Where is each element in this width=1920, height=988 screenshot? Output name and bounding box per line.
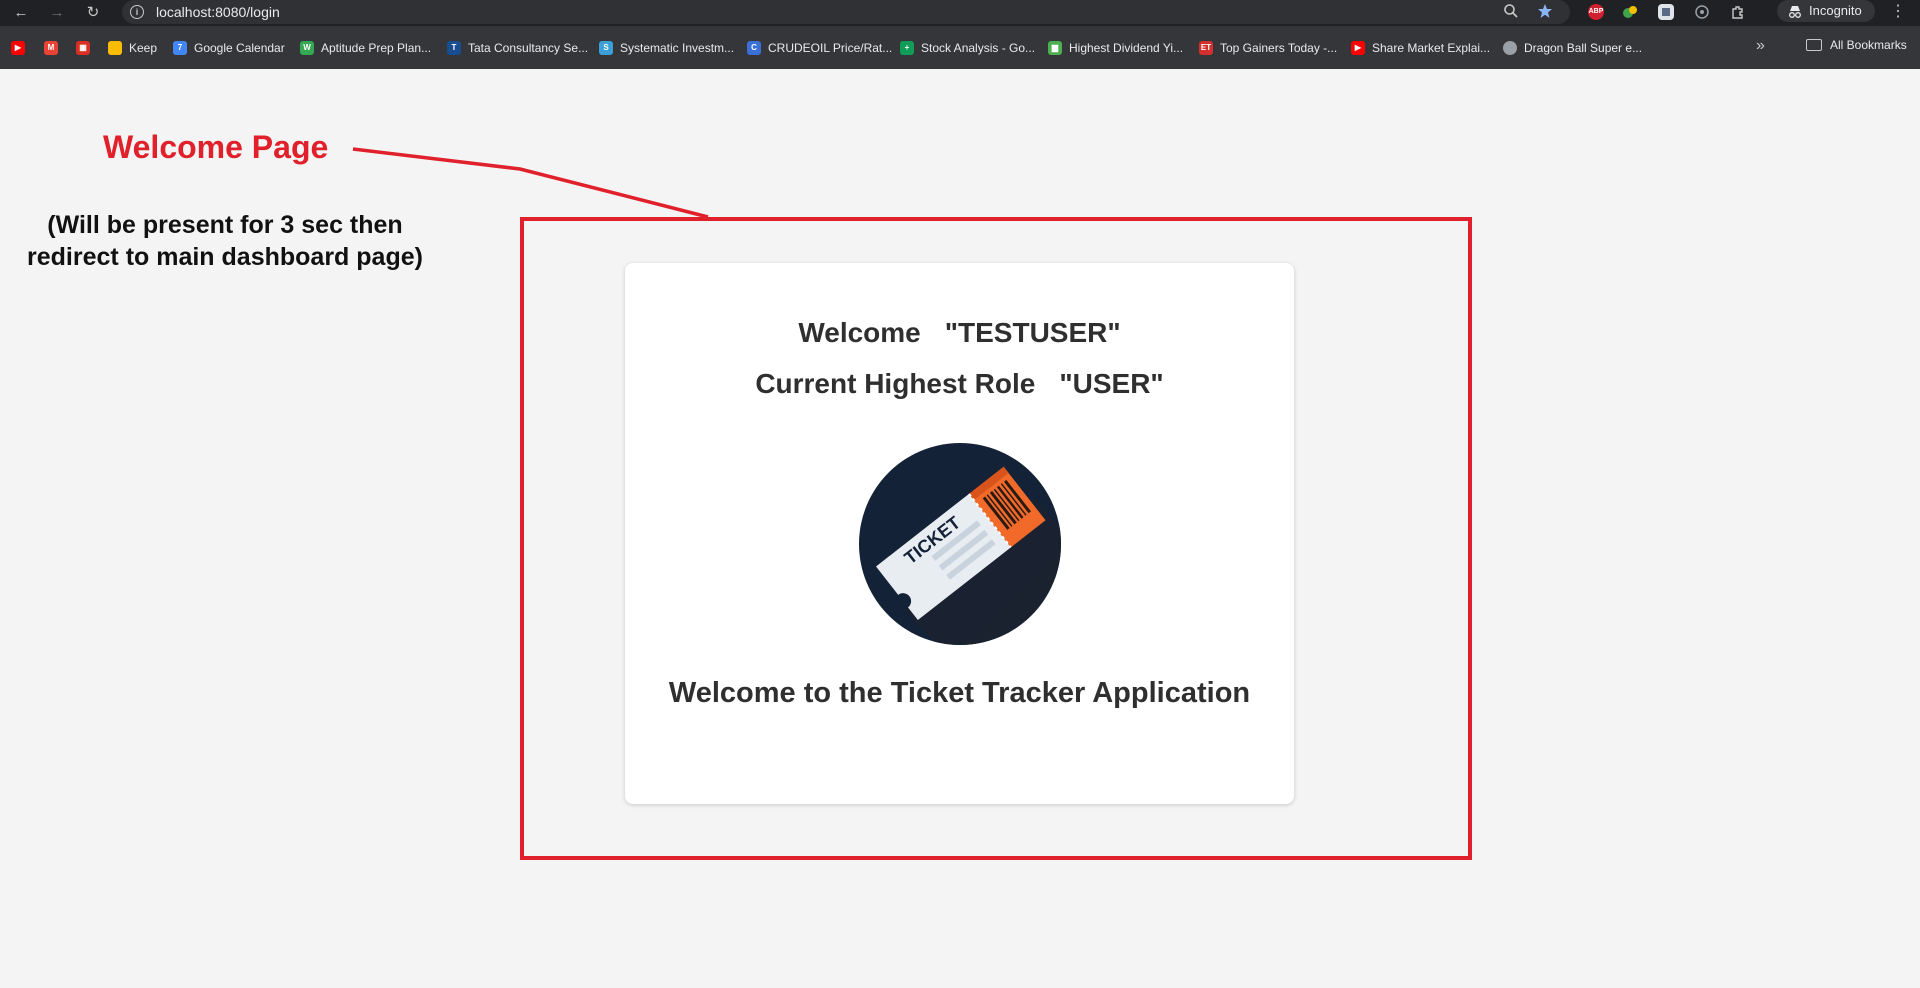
page-content: Welcome Page (Will be present for 3 sec … <box>0 69 1920 988</box>
bookmark-tcs[interactable]: T Tata Consultancy Se... <box>447 38 588 58</box>
bookmark-google-calendar[interactable]: 7 Google Calendar <box>173 38 285 58</box>
incognito-indicator[interactable]: Incognito <box>1777 0 1875 22</box>
back-arrow-icon[interactable]: ← <box>10 2 32 24</box>
sheets-icon: + <box>900 41 914 55</box>
forward-arrow-icon[interactable]: → <box>46 2 68 24</box>
bookmark-crudeoil[interactable]: C CRUDEOIL Price/Rat... <box>747 38 892 58</box>
bookmark-highest-dividend[interactable]: ▆ Highest Dividend Yi... <box>1048 38 1183 58</box>
annotation-note-line2: redirect to main dashboard page) <box>27 243 423 271</box>
google-calendar-icon: 7 <box>173 41 187 55</box>
bookmarks-bar: ▶ M ▦ Keep 7 Google Calendar W Aptitude Pr… <box>0 26 1920 69</box>
reload-icon[interactable]: ↻ <box>82 2 104 24</box>
all-bookmarks-button[interactable]: All Bookmarks <box>1806 38 1907 52</box>
et-icon: ET <box>1199 41 1213 55</box>
globe-icon <box>1503 41 1517 55</box>
gmail-icon: M <box>44 41 58 55</box>
more-bookmarks-chevron-icon[interactable]: » <box>1756 37 1765 55</box>
bar-chart-icon: ▆ <box>1048 41 1062 55</box>
annotation-arrow <box>352 147 709 219</box>
address-bar[interactable]: i localhost:8080/login <box>122 0 1570 24</box>
bookmark-keep[interactable]: Keep <box>108 38 157 58</box>
extension-green-icon[interactable] <box>1622 4 1638 20</box>
role-line: Current Highest Role "USER" <box>625 368 1294 400</box>
bookmark-youtube[interactable]: ▶ <box>11 38 32 58</box>
bookmark-top-gainers[interactable]: ET Top Gainers Today -... <box>1199 38 1337 58</box>
zoom-icon[interactable] <box>1502 3 1520 21</box>
incognito-label: Incognito <box>1809 3 1862 18</box>
bookmark-gmail[interactable]: M <box>44 38 65 58</box>
bookmark-sip[interactable]: S Systematic Investm... <box>599 38 734 58</box>
bookmark-share-market[interactable]: ▶ Share Market Explai... <box>1351 38 1490 58</box>
annotation-note-line1: (Will be present for 3 sec then <box>47 211 403 239</box>
bookmark-aptitude[interactable]: W Aptitude Prep Plan... <box>300 38 431 58</box>
bookmark-dragon-ball[interactable]: Dragon Ball Super e... <box>1503 38 1642 58</box>
browser-top-bar: ← → ↻ i localhost:8080/login ABP Incogni… <box>0 0 1920 26</box>
welcome-line: Welcome "TESTUSER" <box>625 317 1294 349</box>
youtube-icon: ▶ <box>11 41 25 55</box>
youtube-icon: ▶ <box>1351 41 1365 55</box>
extension-grey-icon[interactable] <box>1658 4 1674 20</box>
calendar-app-icon: ▦ <box>76 41 90 55</box>
folder-icon <box>1806 39 1822 51</box>
adblock-extension-icon[interactable]: ABP <box>1588 4 1604 20</box>
aptitude-icon: W <box>300 41 314 55</box>
bookmark-calendar-app[interactable]: ▦ <box>76 38 97 58</box>
extensions-puzzle-icon[interactable] <box>1730 4 1746 20</box>
tcs-icon: T <box>447 41 461 55</box>
extension-flower-icon[interactable] <box>1694 4 1710 20</box>
incognito-icon <box>1788 4 1802 18</box>
annotation-note: (Will be present for 3 sec then redirect… <box>0 209 450 273</box>
ticket-logo-icon: TICKET <box>859 443 1061 645</box>
role-value: "USER" <box>1059 368 1164 399</box>
url-text[interactable]: localhost:8080/login <box>156 4 280 20</box>
browser-menu-icon[interactable]: ⋮ <box>1890 2 1906 24</box>
crudeoil-icon: C <box>747 41 761 55</box>
site-info-icon[interactable]: i <box>130 5 144 19</box>
sip-icon: S <box>599 41 613 55</box>
welcome-card: Welcome "TESTUSER" Current Highest Role "U… <box>625 263 1294 804</box>
role-label: Current Highest Role <box>755 368 1036 399</box>
bookmark-stock-analysis[interactable]: + Stock Analysis - Go... <box>900 38 1035 58</box>
bookmark-star-icon[interactable] <box>1536 3 1554 21</box>
keep-icon <box>108 41 122 55</box>
card-footer-text: Welcome to the Ticket Tracker Applicatio… <box>668 677 1251 709</box>
username: "TESTUSER" <box>944 317 1121 348</box>
welcome-label: Welcome <box>798 317 921 348</box>
